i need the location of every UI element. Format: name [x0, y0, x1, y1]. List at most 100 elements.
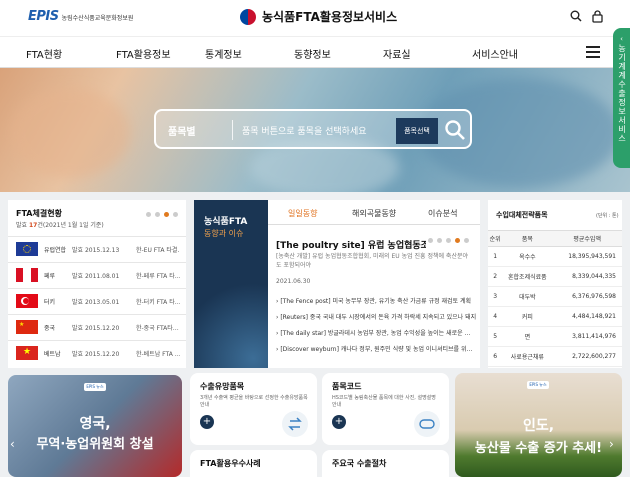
fta-country: 중국	[44, 324, 56, 332]
card-export-procedure[interactable]: 주요국 수출절차	[322, 450, 449, 477]
search-icon[interactable]	[570, 10, 582, 22]
fta-issue-box[interactable]: 농식품FTA 동향과 이슈	[194, 200, 268, 368]
import-substitute-panel: 수입대체전략품목 (단위 : 톤) 순위 품목 평균수입액 1 옥수수 18,395…	[488, 200, 622, 368]
item-cell: 대두박	[502, 286, 553, 307]
pager-dot[interactable]	[446, 238, 451, 243]
banner-line2: 무역·농업위원회 창설	[36, 437, 154, 452]
side-quick-tab[interactable]: ‹ 농기계계수출정보서비스	[613, 28, 630, 168]
rank-cell: 1	[488, 246, 503, 267]
table-row[interactable]: 4 커피 4,484,148,921	[488, 306, 622, 327]
pager-dot[interactable]	[155, 212, 160, 217]
search-submit-icon[interactable]	[444, 119, 466, 141]
amount-cell: 8,339,044,335	[552, 266, 622, 287]
news-list-item[interactable]: › [Discover weyburn] 캐나다 정부, 원주민 식량 및 농업…	[276, 344, 476, 353]
pager-dot[interactable]	[146, 212, 151, 217]
fta-status-panel: FTA체결현황 발효 17건(2021년 1월 1일 기준) 유럽연합 발효 20…	[8, 200, 186, 368]
card-fta-best-cases[interactable]: FTA활용우수사례	[190, 450, 317, 477]
table-row[interactable]: 6 사료용근채류 2,722,600,277	[488, 346, 622, 367]
search-category[interactable]: 품목별	[168, 123, 196, 138]
nav-service-guide[interactable]: 서비스안내	[472, 46, 518, 61]
fta-effective-date: 발효 2015.12.20	[72, 350, 120, 358]
page: EPIS 농림수산식품교육문화정보원 농식품FTA활용정보서비스 FTA현황 F…	[0, 0, 630, 477]
table-row[interactable]: 5 면 3,811,414,976	[488, 326, 622, 347]
issue-subtitle: 동향과 이슈	[204, 229, 244, 238]
fta-country: 유럽연합	[44, 246, 67, 254]
eu-flag-icon	[16, 242, 38, 256]
card-title: 품목코드	[332, 382, 362, 391]
tab-grain-trends[interactable]: 해외곡물동향	[352, 208, 396, 219]
fta-effective-date: 발효 2013.05.01	[72, 298, 120, 306]
pager-dot[interactable]	[428, 238, 433, 243]
rank-cell: 6	[488, 346, 503, 367]
pager-dot[interactable]	[437, 238, 442, 243]
news-list-item[interactable]: › [The Fence post] 미국 농무부 장관, 유기농 축산 가금류…	[276, 296, 476, 305]
prev-arrow-icon[interactable]: ‹	[10, 437, 15, 451]
plus-icon[interactable]: +	[200, 415, 214, 429]
nav-statistics[interactable]: 통계정보	[205, 46, 242, 61]
fta-row[interactable]: 유럽연합 발효 2015.12.13 한-EU FTA 타결…	[8, 236, 186, 261]
fta-status-title: FTA체결현황	[16, 209, 62, 218]
plus-icon[interactable]: +	[332, 415, 346, 429]
nav-trends[interactable]: 동향정보	[294, 46, 331, 61]
pager-dot-active[interactable]	[455, 238, 460, 243]
main-nav: FTA현황 FTA활용정보 통계정보 동향정보 자료실 서비스안내	[0, 36, 630, 68]
fta-row[interactable]: 터키 발효 2013.05.01 한-터키 FTA 타…	[8, 288, 186, 313]
fta-effective-date: 발효 2015.12.20	[72, 324, 120, 332]
site-title[interactable]: 농식품FTA활용정보서비스	[240, 8, 397, 25]
nav-archive[interactable]: 자료실	[383, 46, 411, 61]
amount-cell: 4,484,148,921	[552, 306, 622, 327]
fta-desc: 한-터키 FTA 타…	[136, 298, 180, 306]
search-input[interactable]: 품목 버튼으로 품목을 선택하세요	[242, 124, 367, 137]
card-item-code[interactable]: 품목코드 HS코드별 농림축산물 품목에 대한 사진, 설명설명 안내 +	[322, 373, 449, 445]
banner-line2: 농산물 수출 증가 추세!	[474, 441, 603, 456]
news-list-item[interactable]: › [The daily star] 방글라데시 농업부 장관, 농업 수익성을…	[276, 328, 476, 337]
fta-desc: 한-베트남 FTA …	[136, 350, 180, 358]
code-tag-icon	[414, 411, 440, 437]
next-arrow-icon[interactable]: ›	[609, 437, 614, 451]
news-list-item[interactable]: › [Reuters] 중국 국내 대두 시장에서의 돈육 가격 하락세 지속되…	[276, 312, 476, 321]
top-bar: EPIS 농림수산식품교육문화정보원 농식품FTA활용정보서비스	[0, 0, 630, 36]
fta-desc: 한-중국 FTA타…	[136, 324, 179, 332]
pager-dot[interactable]	[173, 212, 178, 217]
fta-country: 터키	[44, 298, 56, 306]
taegeuk-emblem-icon	[240, 8, 256, 25]
site-title-text: 농식품FTA활용정보서비스	[262, 10, 398, 24]
rank-cell: 2	[488, 266, 503, 287]
news-headline[interactable]: [The poultry site] 유럽 농업협동조합협…	[276, 238, 426, 251]
nav-fta-status[interactable]: FTA현황	[26, 46, 62, 61]
pager-dot-active[interactable]	[164, 212, 169, 217]
globe-image	[194, 270, 268, 368]
menu-icon[interactable]	[586, 46, 600, 58]
fta-row[interactable]: 페루 발효 2011.08.01 한-페루 FTA 타…	[8, 262, 186, 287]
item-cell: 사료용근채류	[502, 346, 553, 367]
fta-row[interactable]: ★ 베트남 발효 2015.12.20 한-베트남 FTA …	[8, 340, 186, 365]
hero-decoration	[10, 88, 130, 178]
banner-line1: 인도,	[522, 418, 555, 434]
news-banner-india[interactable]: EPIS 뉴스 인도, 농산물 수출 증가 추세! ›	[455, 373, 622, 477]
amount-cell: 18,395,943,591	[552, 246, 622, 267]
fta-pager	[146, 212, 178, 217]
news-banner-uk[interactable]: EPIS 뉴스 영국, 무역·농업위원회 창설 ‹	[8, 375, 182, 477]
table-row[interactable]: 1 옥수수 18,395,943,591	[488, 246, 622, 267]
fta-status-sub: 발효 17건(2021년 1월 1일 기준)	[16, 220, 104, 229]
news-pager	[428, 238, 469, 243]
card-title: FTA활용우수사례	[200, 459, 261, 468]
lock-icon[interactable]	[592, 10, 603, 23]
news-panel: 일일동향 해외곡물동향 이슈분석 [The poultry site] 유럽 농…	[268, 200, 480, 368]
table-row[interactable]: 3 대두박 6,376,976,598	[488, 286, 622, 307]
tab-daily-trends[interactable]: 일일동향	[288, 208, 317, 219]
nav-fta-info[interactable]: FTA활용정보	[116, 46, 171, 61]
fta-sub-prefix: 발효	[16, 222, 28, 229]
pager-dot[interactable]	[464, 238, 469, 243]
item-select-button[interactable]: 품목선택	[396, 118, 438, 144]
side-tab-text: 농기계계수출정보서비스	[617, 44, 627, 143]
side-tab-arrow-icon: ‹	[620, 35, 623, 43]
item-cell: 커피	[502, 306, 553, 327]
fta-row[interactable]: ★ 중국 발효 2015.12.20 한-중국 FTA타…	[8, 314, 186, 339]
tab-issue-analysis[interactable]: 이슈분석	[428, 208, 457, 219]
table-row[interactable]: 2 혼합조제식료품 8,339,044,335	[488, 266, 622, 287]
card-desc: 3개년 수출액 평균을 바탕으로 선정한 수출유망품목 안내	[200, 395, 308, 408]
epis-logo[interactable]: EPIS 농림수산식품교육문화정보원	[28, 9, 133, 24]
item-cell: 면	[502, 326, 553, 347]
card-export-items[interactable]: 수출유망품목 3개년 수출액 평균을 바탕으로 선정한 수출유망품목 안내 +	[190, 373, 317, 445]
